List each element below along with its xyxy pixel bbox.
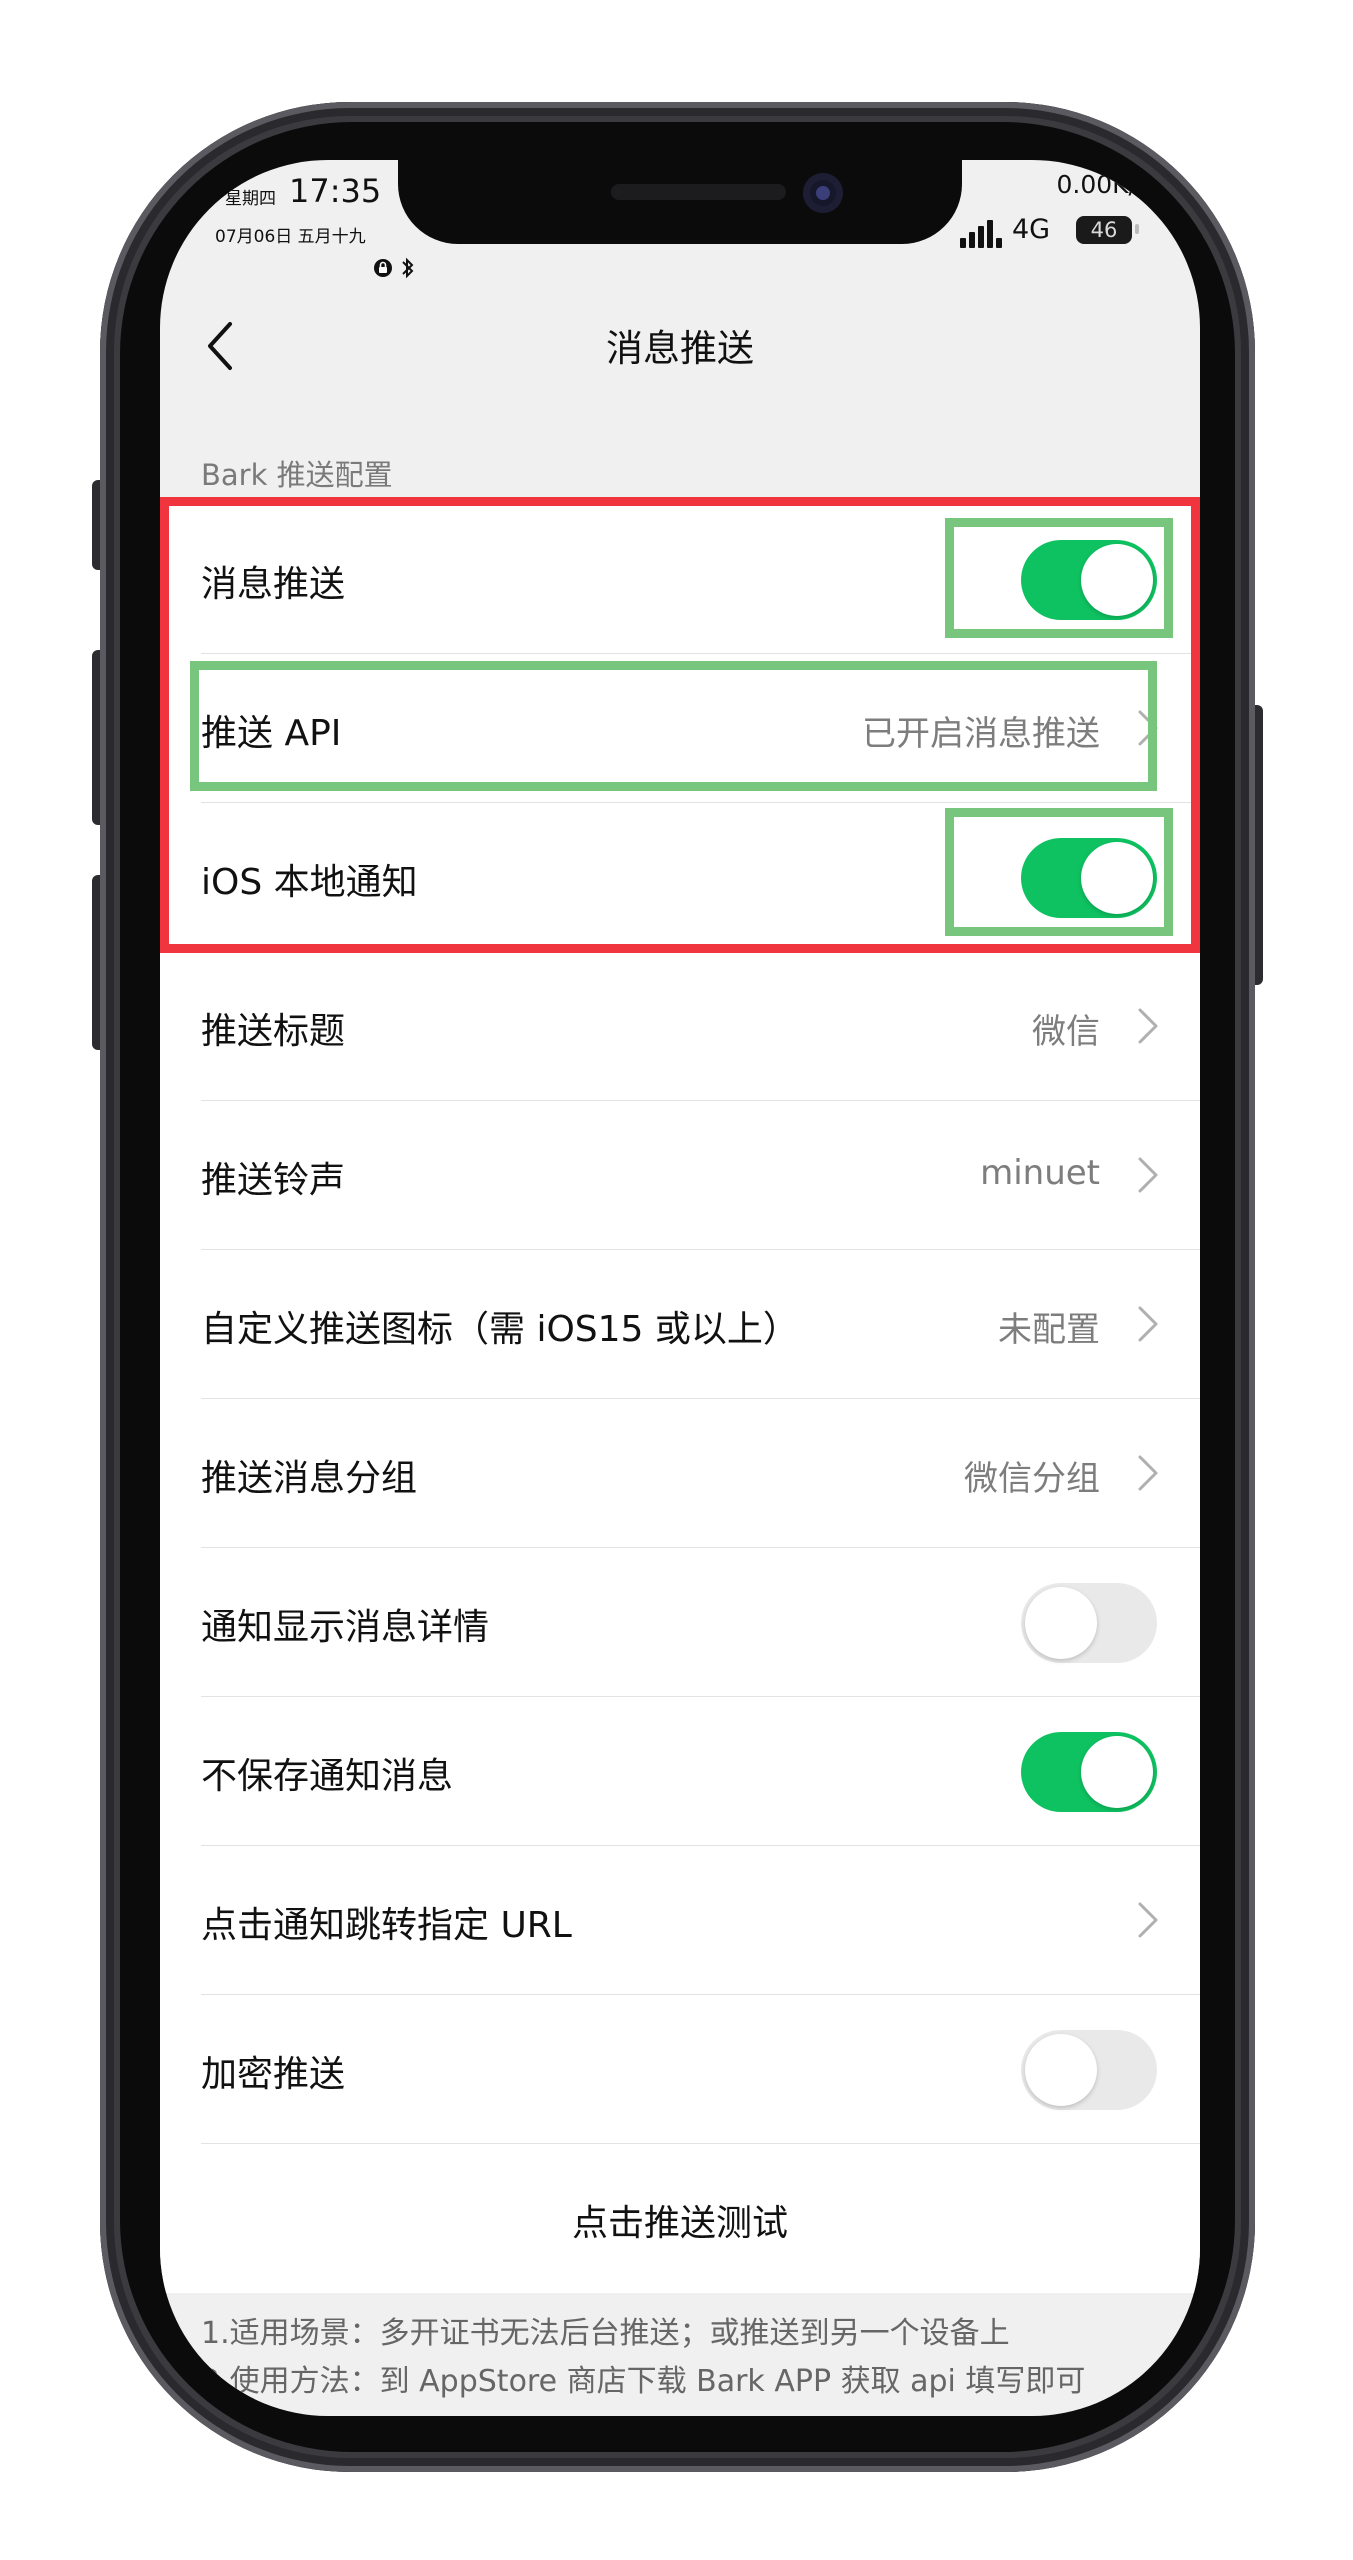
- row-label: 推送标题: [201, 1011, 346, 1052]
- row-label: 消息推送: [201, 564, 346, 605]
- row-label: 推送铃声: [201, 1160, 346, 1201]
- push-test-label: 点击推送测试: [571, 2203, 788, 2244]
- chevron-right-icon: [1138, 1008, 1158, 1044]
- row-label: 不保存通知消息: [201, 1756, 454, 1797]
- row-value: minuet: [980, 1153, 1100, 1193]
- chevron-right-icon: [1138, 710, 1158, 746]
- chevron-right-icon: [1138, 1157, 1158, 1193]
- chevron-right-icon: [1138, 1455, 1158, 1491]
- row-notification-url[interactable]: 点击通知跳转指定 URL: [160, 1846, 1200, 1995]
- row-show-message-details: 通知显示消息详情: [160, 1548, 1200, 1697]
- notch: [398, 160, 962, 244]
- row-message-push: 消息推送: [160, 505, 1200, 654]
- battery-level: 46: [1090, 218, 1118, 242]
- row-push-api[interactable]: 推送 API 已开启消息推送: [160, 654, 1200, 803]
- row-label: 自定义推送图标（需 iOS15 或以上）: [201, 1309, 799, 1350]
- lock-rotation-icon: [374, 259, 392, 277]
- row-encrypted-push: 加密推送: [160, 1995, 1200, 2144]
- row-push-title[interactable]: 推送标题 微信: [160, 952, 1200, 1101]
- bluetooth-icon: [402, 257, 414, 279]
- row-custom-push-icon[interactable]: 自定义推送图标（需 iOS15 或以上） 未配置: [160, 1250, 1200, 1399]
- help-line-2: 2.使用方法：到 AppStore 商店下载 Bark APP 获取 api 填…: [201, 2364, 1086, 2399]
- speaker-grille: [611, 184, 786, 200]
- section-header: Bark 推送配置: [201, 458, 393, 492]
- row-label: 通知显示消息详情: [201, 1607, 490, 1648]
- dont-save-notifications-toggle[interactable]: [1021, 1732, 1157, 1812]
- front-camera-icon: [803, 173, 843, 213]
- network-type: 4G: [1012, 214, 1051, 245]
- phone-screen: 星期四 17:35 07月06日 五月十九 0.00K/s 4G 46 消息推送…: [160, 160, 1200, 2416]
- row-ios-local-notification: iOS 本地通知: [160, 803, 1200, 952]
- row-push-sound[interactable]: 推送铃声 minuet: [160, 1101, 1200, 1250]
- row-dont-save-notifications: 不保存通知消息: [160, 1697, 1200, 1846]
- row-label: 推送消息分组: [201, 1458, 418, 1499]
- network-speed: 0.00K/s: [1056, 170, 1150, 199]
- page-title: 消息推送: [606, 327, 754, 370]
- help-footer: 1.适用场景：多开证书无法后台推送；或推送到另一个设备上 2.使用方法：到 Ap…: [201, 2310, 1161, 2406]
- status-date: 07月06日 五月十九: [215, 227, 366, 247]
- help-line-1: 1.适用场景：多开证书无法后台推送；或推送到另一个设备上: [201, 2316, 1010, 2351]
- row-value: 微信分组: [964, 1459, 1100, 1499]
- push-test-button[interactable]: 点击推送测试: [160, 2144, 1200, 2293]
- ios-local-notification-toggle[interactable]: [1021, 838, 1157, 918]
- row-value: 未配置: [998, 1310, 1100, 1350]
- chevron-right-icon: [1138, 1306, 1158, 1342]
- row-value: 已开启消息推送: [862, 714, 1100, 754]
- battery-tip: [1135, 224, 1139, 234]
- row-push-group[interactable]: 推送消息分组 微信分组: [160, 1399, 1200, 1548]
- show-message-details-toggle[interactable]: [1021, 1583, 1157, 1663]
- row-label: 加密推送: [201, 2054, 346, 2095]
- status-time: 17:35: [289, 172, 382, 210]
- settings-list: 消息推送 推送 API 已开启消息推送 iOS 本地通知 推送标题 微信 推送铃…: [160, 505, 1200, 2293]
- status-weekday: 星期四: [225, 189, 276, 209]
- chevron-right-icon: [1138, 1902, 1158, 1938]
- encrypted-push-toggle[interactable]: [1021, 2030, 1157, 2110]
- row-label: iOS 本地通知: [201, 862, 418, 903]
- row-label: 点击通知跳转指定 URL: [201, 1905, 572, 1946]
- message-push-toggle[interactable]: [1021, 540, 1157, 620]
- battery-icon: 46: [1076, 216, 1132, 244]
- status-bar-right: 0.00K/s 4G 46: [930, 170, 1150, 260]
- row-value: 微信: [1032, 1012, 1100, 1052]
- row-label: 推送 API: [201, 713, 342, 754]
- signal-icon: [960, 218, 1005, 248]
